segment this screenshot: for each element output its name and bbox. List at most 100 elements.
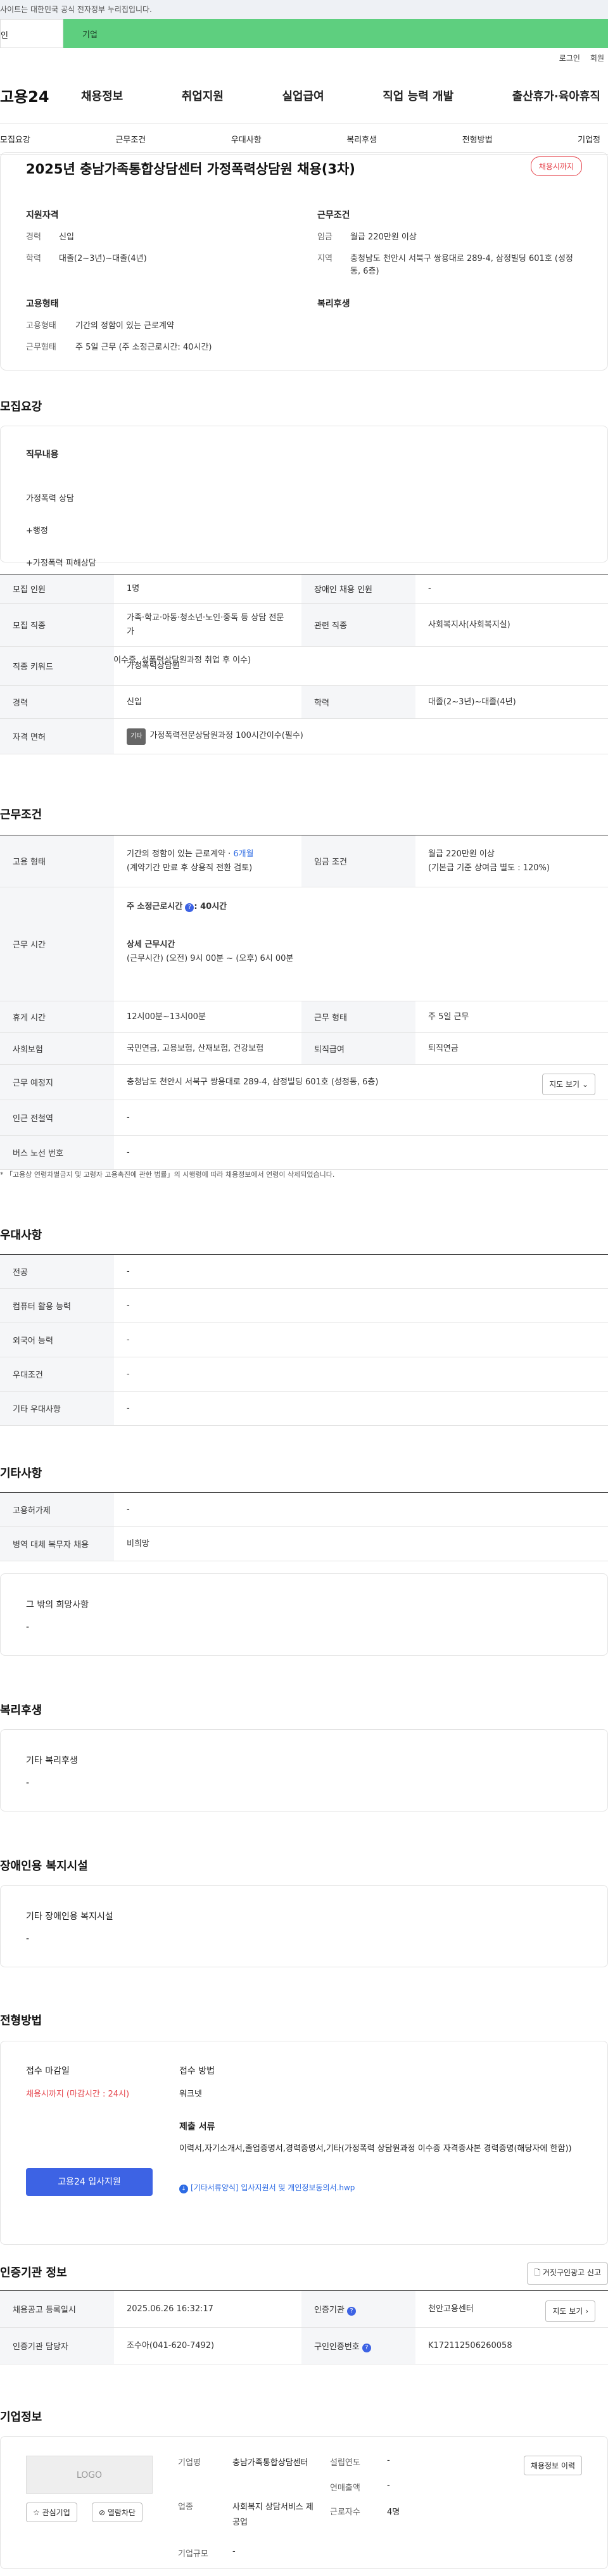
row-value: 사회복지사(사회복지실) xyxy=(415,603,608,647)
login-link[interactable]: 로그인 xyxy=(559,53,580,63)
gnb-item-unemployment-benefit[interactable]: 실업급여 xyxy=(282,87,324,104)
career-value: 신입 xyxy=(59,232,74,242)
row-label: 근무 시간 xyxy=(0,887,114,1001)
gnb-item-parental-leave[interactable]: 출산휴가·육아휴직 xyxy=(512,87,600,104)
selection-box: 접수 마감일 채용시까지 (마감시간 : 24시) 고용24 입사지원 접수 방… xyxy=(0,2041,608,2245)
recruit-table: 모집 인원 1명 장애인 채용 인원 - 모집 직종 가족·학교·아동·청소년·노인·… xyxy=(0,574,608,754)
company-name-value: 충남가족통합상담센터 xyxy=(232,2458,308,2468)
table-row: 고용 형태 기간의 정함이 있는 근로계약 · 6개월 (계약기간 만료 후 상용… xyxy=(0,835,608,887)
info-icon[interactable]: ? xyxy=(185,903,194,912)
report-button[interactable]: 🗋 거짓구인광고 신고 xyxy=(527,2262,608,2285)
row-label: 인근 전철역 xyxy=(0,1100,114,1136)
join-link[interactable]: 회원 xyxy=(590,53,604,63)
table-row: 컴퓨터 활용 능력 - xyxy=(0,1288,608,1323)
report-button-label: 거짓구인광고 신고 xyxy=(542,2268,601,2277)
apply-button[interactable]: 고용24 입사지원 xyxy=(26,2168,153,2196)
row-label: 모집 인원 xyxy=(0,574,114,604)
duty-title: 직무내용 xyxy=(26,450,59,460)
place-value: 충청남도 천안시 서북구 쌍용대로 289-4, 삼정빌딩 601호 (성정동,… xyxy=(127,1077,379,1087)
site-logo[interactable]: 고용24 xyxy=(0,84,81,106)
company-logo: LOGO xyxy=(26,2456,153,2494)
row-value: - xyxy=(114,1357,608,1392)
row-label: 고용허가제 xyxy=(0,1492,114,1527)
download-icon: ↓ xyxy=(179,2185,188,2193)
tab-individual[interactable]: 인 xyxy=(0,19,63,48)
wage-cell: 월급 220만원 이상 (기본급 기준 상여금 별도 : 120%) xyxy=(415,835,608,887)
favorite-label: 관심기업 xyxy=(42,2508,70,2517)
row-value: - xyxy=(114,1288,608,1323)
anchor-recruit[interactable]: 모집요강 xyxy=(0,133,30,145)
row-label: 모집 직종 xyxy=(0,603,114,647)
hiring-history-button[interactable]: 채용정보 이력 xyxy=(523,2456,582,2475)
row-label: 직종 키워드 xyxy=(0,646,114,686)
staff-value: 4명 xyxy=(387,2508,400,2517)
info-icon[interactable]: ? xyxy=(346,2306,356,2316)
welfare-block: 복리후생 xyxy=(317,297,583,363)
welfare-title: 복리후생 xyxy=(317,299,350,309)
row-value: 1명 xyxy=(114,574,301,604)
deadline-title: 접수 마감일 xyxy=(26,2066,70,2076)
anchor-work[interactable]: 근무조건 xyxy=(115,133,146,145)
anchor-welfare[interactable]: 복리후생 xyxy=(346,133,377,145)
tab-company[interactable]: 기업 xyxy=(63,19,608,48)
row-label: 외국어 능력 xyxy=(0,1323,114,1357)
table-row: 인근 전철역 - xyxy=(0,1100,608,1136)
job-title: 2025년 충남가족통합상담센터 가정폭력상담원 채용(3차) xyxy=(26,162,355,177)
pref-table: 전공 - 컴퓨터 활용 능력 - 외국어 능력 - 우대조건 - 기타 우대사항 - xyxy=(0,1254,608,1426)
info-icon[interactable]: ? xyxy=(362,2343,371,2352)
block-company-button[interactable]: ⊘ 열람차단 xyxy=(92,2503,143,2522)
gnb-item-employment-support[interactable]: 취업지원 xyxy=(182,87,224,104)
table-row: 우대조건 - xyxy=(0,1357,608,1392)
method-value: 워크넷 xyxy=(179,2090,202,2099)
disabled-section-title: 장애인용 복지시설 xyxy=(0,1860,88,1873)
row-value: 신입 xyxy=(114,685,301,719)
org-value: 천안고용센터 xyxy=(428,2304,474,2314)
chevron-right-icon: › xyxy=(585,2307,588,2316)
welfare-section-title: 복리후생 xyxy=(0,1704,42,1717)
gnb-item-jobs[interactable]: 채용정보 xyxy=(81,87,123,104)
license-pill: 기타 xyxy=(127,728,146,745)
table-row: 병역 대체 복무자 채용 비희망 xyxy=(0,1526,608,1561)
anchor-nav: 모집요강 근무조건 우대사항 복리후생 전형방법 기업정 xyxy=(0,124,608,155)
row-label: 사회보험 xyxy=(0,1032,114,1065)
gnb-menu: 채용정보 취업지원 실업급여 직업 능력 개발 출산휴가·육아휴직 xyxy=(81,87,608,104)
worktype-label: 근무형태 xyxy=(26,343,56,352)
row-value: 2025.06.26 16:32:17 xyxy=(114,2290,301,2328)
gnb-item-training[interactable]: 직업 능력 개발 xyxy=(383,87,453,104)
table-row: 자격 면허 기타 가정폭력전문상담원과정 100시간이수(필수) xyxy=(0,718,608,754)
favorite-company-button[interactable]: ☆ 관심기업 xyxy=(26,2503,77,2522)
weekly-hours-value: : 40시간 xyxy=(194,902,227,911)
anchor-company[interactable]: 기업정 xyxy=(578,133,600,145)
row-value: 대졸(2~3년)~대졸(4년) xyxy=(415,685,608,719)
row-label: 인증기관 ? xyxy=(301,2290,415,2328)
map-button[interactable]: 지도 보기 ⌄ xyxy=(542,1074,595,1095)
edu-label: 학력 xyxy=(26,254,41,263)
table-row: 고용허가제 - xyxy=(0,1492,608,1527)
duty-line: +행정 xyxy=(26,526,48,536)
row-label: 장애인 채용 인원 xyxy=(301,574,415,604)
sales-label: 연매출액 xyxy=(330,2484,360,2493)
sales-value: - xyxy=(387,2481,390,2490)
row-label: 고용 형태 xyxy=(0,835,114,887)
megaphone-icon: 🗋 xyxy=(534,2268,541,2277)
row-value: - xyxy=(114,1492,608,1527)
agency-section-title: 인증기관 정보 xyxy=(0,2266,67,2280)
util-bar: 로그인 회원 xyxy=(0,48,608,67)
etc-section-title: 기타사항 xyxy=(0,1467,42,1480)
table-row: 모집 인원 1명 장애인 채용 인원 - xyxy=(0,574,608,604)
anchor-pref[interactable]: 우대사항 xyxy=(231,133,262,145)
row-value: - xyxy=(114,1100,608,1136)
company-section-title: 기업정보 xyxy=(0,2411,42,2424)
row-label: 퇴직급여 xyxy=(301,1032,415,1065)
docs-download-link[interactable]: ↓ [기타서류양식] 입사지원서 및 개인정보동의서.hwp xyxy=(179,2182,355,2193)
condition-block: 근무조건 임금 월급 220만원 이상 지역 충청남도 천안시 서북구 쌍용대로 2… xyxy=(317,208,583,297)
qualification-block: 지원자격 경력 신입 학력 대졸(2~3년)~대졸(4년) xyxy=(26,208,292,297)
block-label: 열람차단 xyxy=(107,2508,136,2517)
row-label: 휴게 시간 xyxy=(0,1001,114,1033)
agency-map-button[interactable]: 지도 보기 › xyxy=(545,2300,595,2322)
row-value: - xyxy=(114,1323,608,1357)
star-icon: ☆ xyxy=(33,2508,40,2517)
anchor-selection[interactable]: 전형방법 xyxy=(462,133,493,145)
docs-title: 제출 서류 xyxy=(179,2122,215,2132)
row-value: 주 5일 근무 xyxy=(415,1001,608,1033)
